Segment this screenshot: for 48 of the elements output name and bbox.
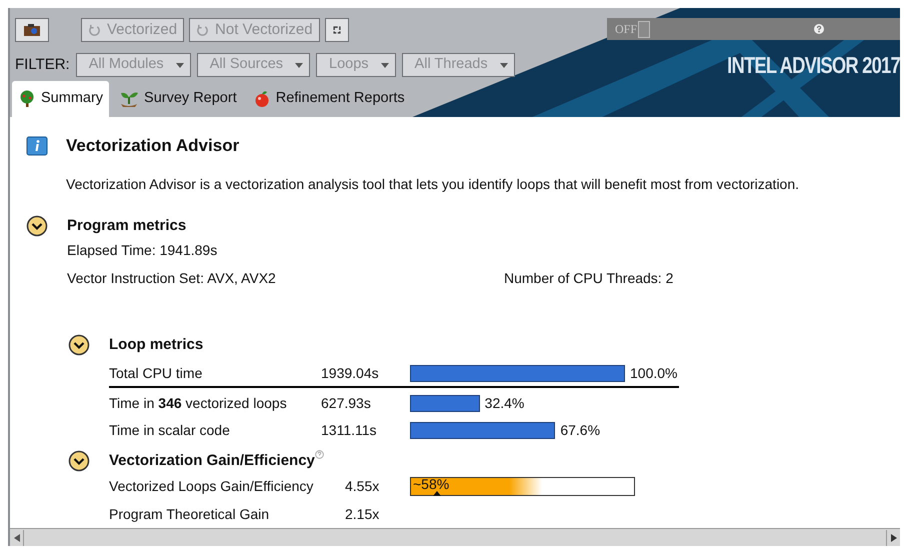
filter-label: FILTER: bbox=[15, 54, 70, 75]
metric-value: 4.55x bbox=[345, 476, 380, 496]
metric-percent: 100.0% bbox=[630, 364, 678, 383]
cpu-threads: Number of CPU Threads: 2 bbox=[504, 269, 674, 288]
collapse-icon[interactable] bbox=[68, 334, 90, 356]
efficiency-label: ~58% bbox=[413, 476, 450, 491]
caret-icon bbox=[500, 62, 508, 68]
section-title: Program metrics bbox=[67, 216, 186, 236]
refresh-button[interactable] bbox=[324, 18, 349, 42]
horizontal-scrollbar[interactable] bbox=[10, 528, 900, 546]
metric-value: 1311.11s bbox=[321, 420, 378, 440]
metric-label: Program Theoretical Gain bbox=[109, 504, 270, 524]
reload-icon bbox=[196, 24, 210, 36]
metric-label: Time in 346 vectorized loops bbox=[109, 394, 288, 413]
instruction-set: Vector Instruction Set: AVX, AVX2 bbox=[67, 269, 277, 288]
camera-icon bbox=[23, 23, 41, 37]
collapse-icon[interactable] bbox=[68, 450, 90, 472]
marker-icon bbox=[433, 490, 441, 496]
tab[interactable]: Survey Report bbox=[113, 81, 243, 118]
caret-icon bbox=[380, 62, 389, 68]
sprout-icon bbox=[119, 90, 140, 108]
metric-value: 1939.04s bbox=[321, 364, 380, 383]
brand-title: INTEL ADVISOR 2017 bbox=[727, 51, 900, 80]
section-title: Vectorization Gain/Efficiency bbox=[109, 450, 315, 471]
tab[interactable]: Refinement Reports bbox=[246, 81, 411, 118]
metric-value: 627.93s bbox=[321, 394, 372, 413]
collapse-icon[interactable] bbox=[26, 214, 48, 237]
caret-icon bbox=[176, 62, 184, 68]
elapsed-time: Elapsed Time: 1941.89s bbox=[67, 241, 218, 260]
metric-percent: 32.4% bbox=[484, 394, 524, 413]
off-toggle[interactable]: OFF bbox=[615, 20, 650, 38]
tree-icon bbox=[18, 90, 36, 108]
advisor-title: Vectorization Advisor bbox=[66, 135, 240, 158]
reload-icon bbox=[88, 24, 101, 36]
metric-label: Vectorized Loops Gain/Efficiency bbox=[109, 476, 314, 496]
metric-label: Total CPU time bbox=[109, 364, 204, 383]
tab[interactable]: Summary bbox=[12, 81, 110, 118]
advisor-description: Vectorization Advisor is a vectorization analysis tool that lets you identify loops that will benefit most from vectorization. bbox=[66, 174, 800, 194]
camera-button[interactable] bbox=[15, 18, 49, 42]
section-title: Loop metrics bbox=[109, 335, 204, 356]
info-icon bbox=[26, 136, 48, 156]
help-icon[interactable] bbox=[814, 24, 824, 34]
time-bar bbox=[410, 394, 480, 412]
metric-label: Time in scalar code bbox=[109, 420, 231, 440]
caret-icon bbox=[295, 62, 304, 68]
metric-percent: 67.6% bbox=[560, 420, 600, 440]
apple-icon bbox=[252, 90, 271, 108]
metric-value: 2.15x bbox=[345, 504, 380, 524]
